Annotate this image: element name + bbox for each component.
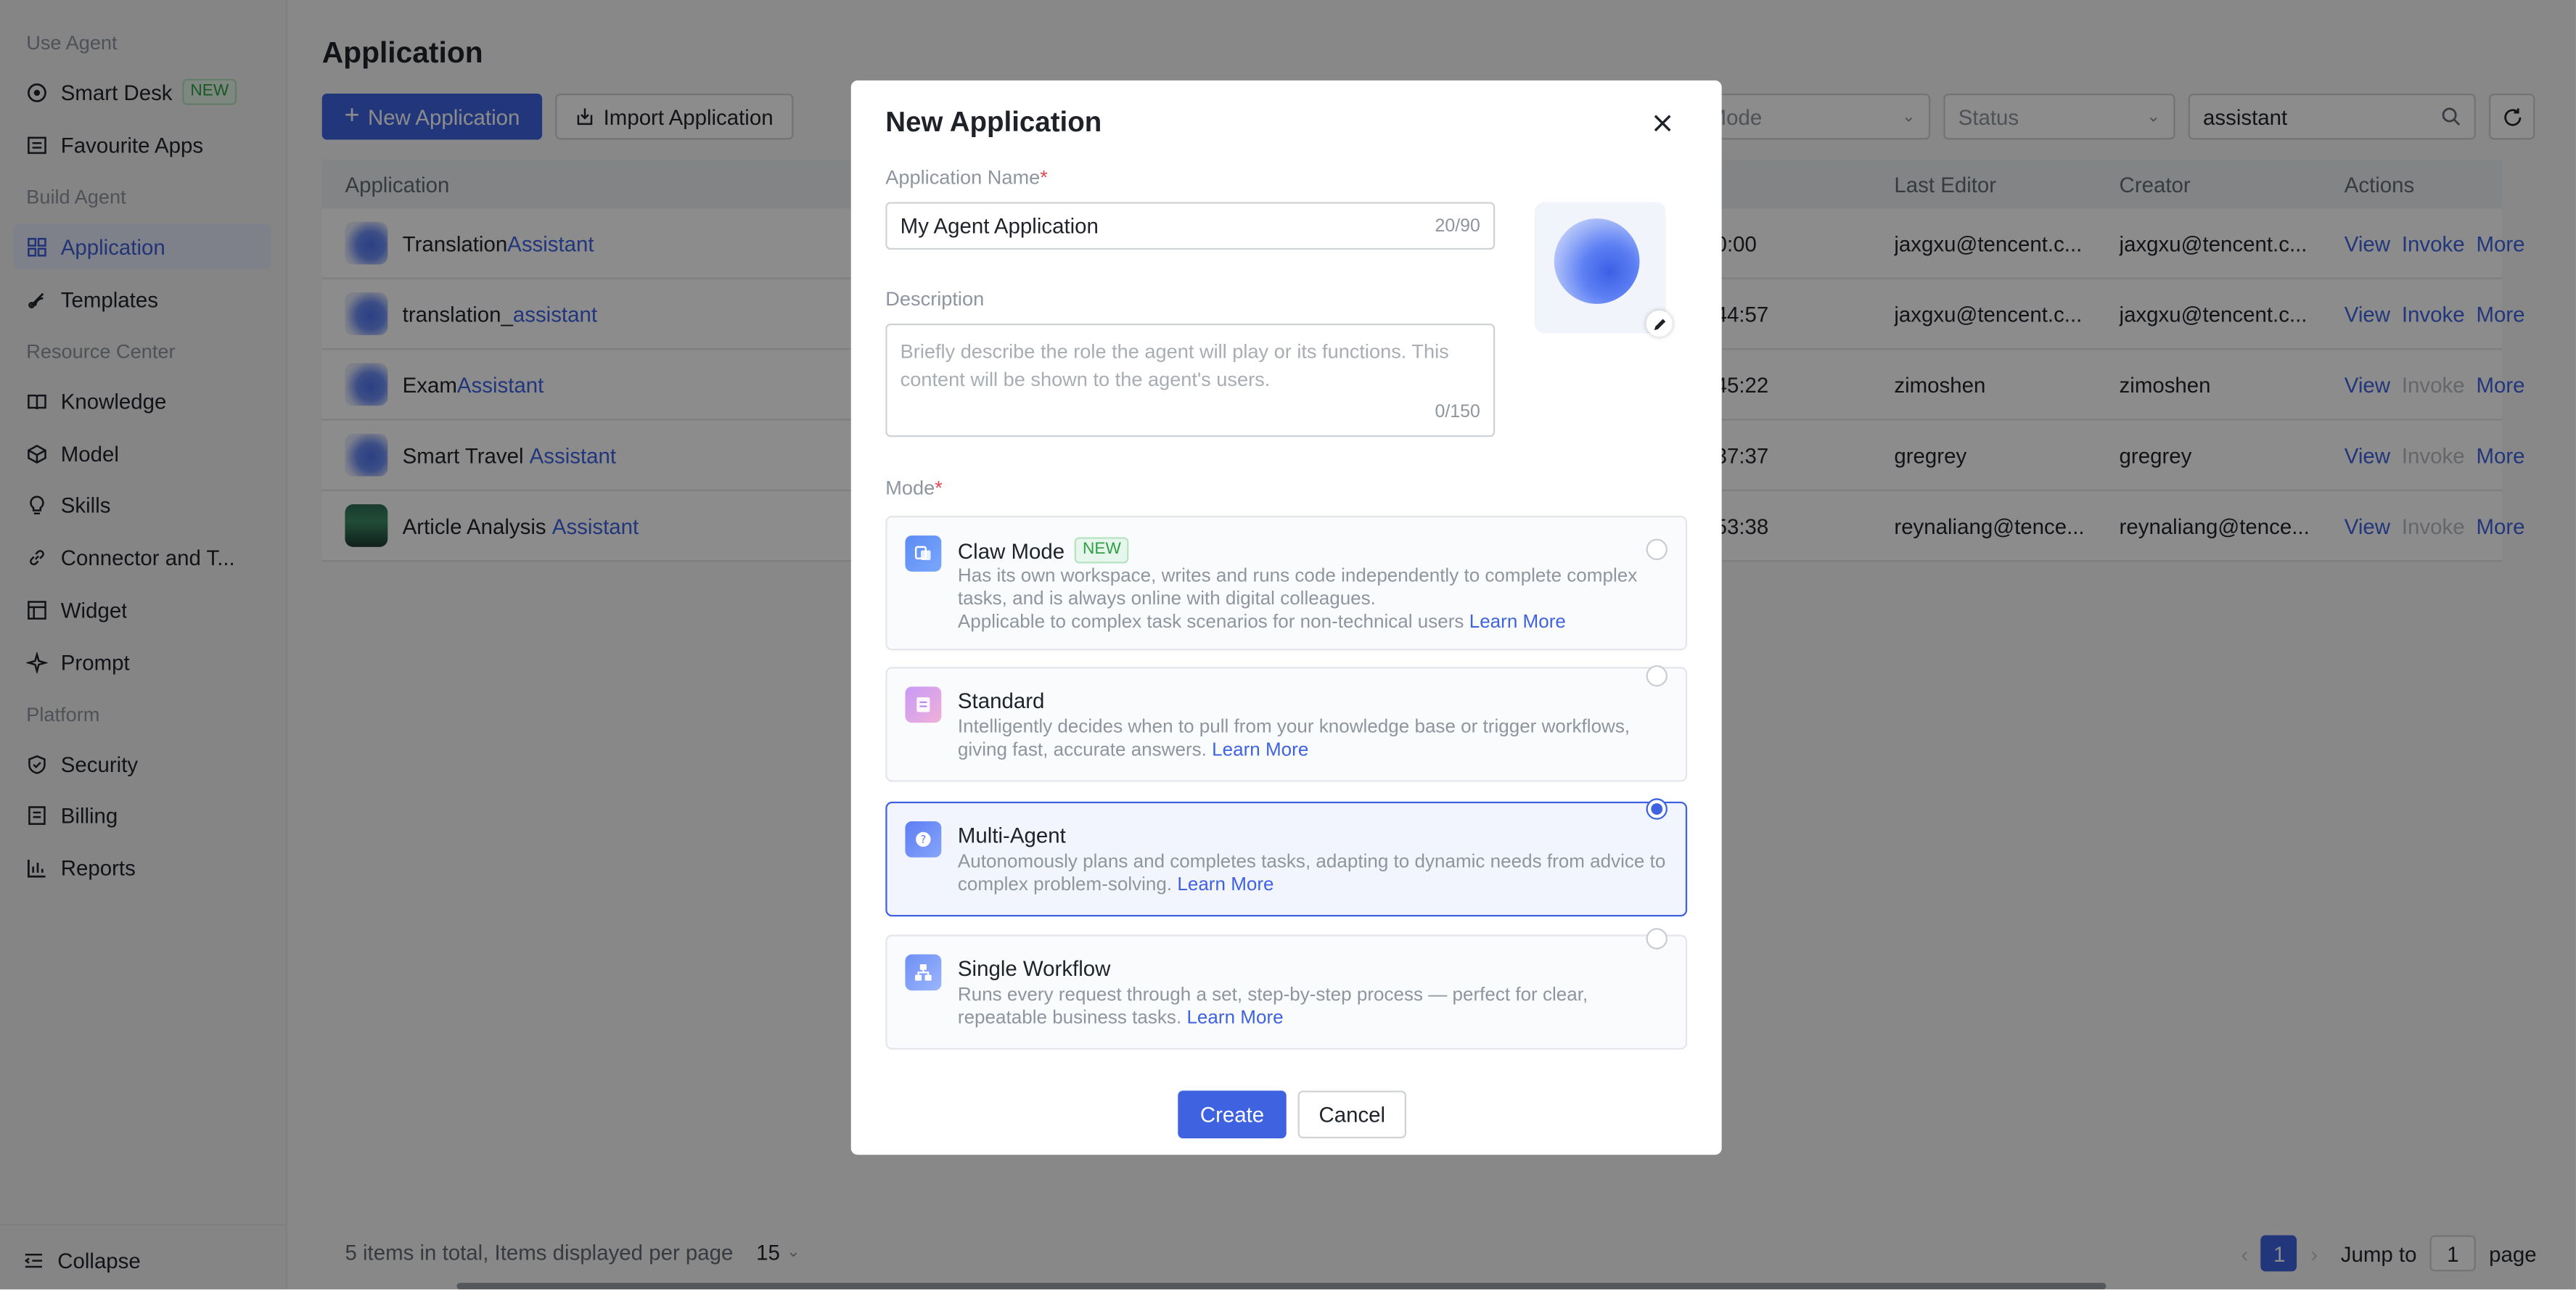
mode-radio-single-workflow[interactable] — [1646, 928, 1668, 950]
mode-description: Intelligently decides when to pull from … — [958, 716, 1681, 762]
mode-name-text: Claw Mode — [957, 538, 1065, 563]
multi-agent-icon: ? — [905, 821, 942, 858]
required-mark: * — [1040, 165, 1048, 189]
workflow-icon — [905, 954, 942, 991]
mode-description: Autonomously plans and completes tasks, … — [958, 851, 1681, 897]
svg-text:?: ? — [920, 834, 926, 846]
mode-radio-standard[interactable] — [1646, 665, 1668, 687]
learn-more-link[interactable]: Learn More — [1469, 612, 1566, 632]
mode-radio-multi-agent[interactable] — [1646, 798, 1668, 820]
application-name-input[interactable]: My Agent Application 20/90 — [885, 202, 1496, 250]
mode-name-text: Standard — [957, 688, 1045, 713]
mode-desc-text: Has its own workspace, writes and runs c… — [957, 567, 1638, 609]
learn-more-link[interactable]: Learn More — [1177, 876, 1273, 895]
app-icon-picker[interactable] — [1534, 202, 1673, 337]
mode-name-text: Single Workflow — [957, 956, 1111, 981]
mode-description: Runs every request through a set, step-b… — [958, 984, 1681, 1030]
required-mark: * — [935, 476, 943, 500]
mode-desc-text-2: Applicable to complex task scenarios for… — [957, 612, 1464, 633]
claw-mode-icon — [905, 535, 942, 572]
new-application-dialog: New Application Application Name* My Age… — [850, 80, 1722, 1155]
new-badge: NEW — [1074, 537, 1130, 564]
name-value: My Agent Application — [900, 213, 1099, 239]
mode-card-single-workflow[interactable]: Single Workflow Runs every request throu… — [885, 928, 1688, 1050]
mode-card-standard[interactable]: Standard Intelligently decides when to p… — [885, 665, 1688, 782]
name-char-count: 20/90 — [1435, 215, 1480, 236]
close-button[interactable] — [1646, 107, 1679, 139]
mode-description: Has its own workspace, writes and runs c… — [958, 565, 1681, 634]
mode-label-text: Mode — [885, 476, 935, 500]
name-label-text: Application Name — [885, 165, 1041, 189]
edit-icon[interactable] — [1646, 310, 1673, 337]
mode-name-text: Multi-Agent — [957, 823, 1066, 848]
mode-name: Claw Mode NEW — [957, 537, 1130, 564]
mode-desc-text: Autonomously plans and completes tasks, … — [957, 853, 1666, 895]
description-label: Description — [885, 287, 985, 311]
close-icon — [1653, 113, 1673, 133]
cancel-button[interactable]: Cancel — [1297, 1090, 1406, 1138]
mode-card-multi-agent[interactable]: ? Multi-Agent Autonomously plans and com… — [885, 798, 1688, 917]
app-icon-preview — [1554, 218, 1640, 304]
mode-card-claw[interactable]: Claw Mode NEW Has its own workspace, writ… — [885, 515, 1688, 651]
learn-more-link[interactable]: Learn More — [1186, 1008, 1283, 1028]
dialog-title: New Application — [885, 107, 1102, 139]
standard-mode-icon — [905, 686, 942, 723]
description-textarea[interactable]: Briefly describe the role the agent will… — [885, 324, 1496, 437]
name-label: Application Name* — [885, 166, 1048, 189]
description-placeholder: Briefly describe the role the agent will… — [900, 340, 1449, 391]
create-button[interactable]: Create — [1178, 1090, 1287, 1138]
learn-more-link[interactable]: Learn More — [1212, 741, 1308, 760]
mode-radio-claw[interactable] — [1646, 538, 1668, 561]
mode-label: Mode* — [885, 477, 943, 500]
description-char-count: 0/150 — [1435, 402, 1480, 422]
